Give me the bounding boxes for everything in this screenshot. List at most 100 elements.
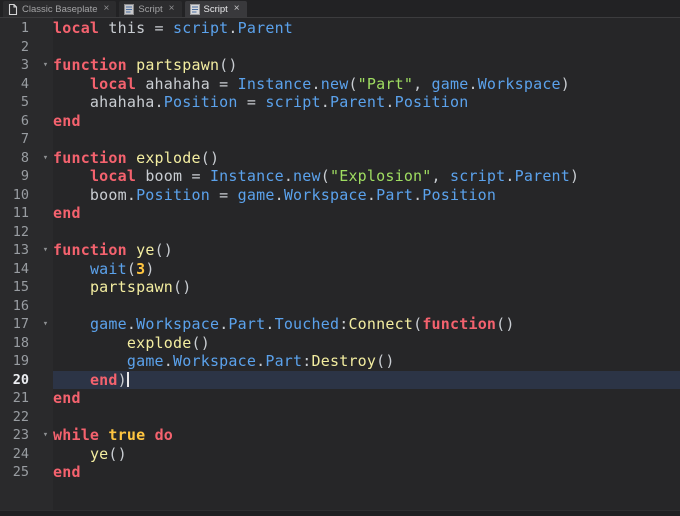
code-line[interactable]: 9 local boom = Instance.new("Explosion",…	[0, 167, 680, 186]
token: =	[237, 93, 266, 111]
line-number[interactable]: 9	[0, 167, 38, 186]
code-text[interactable]: local boom = Instance.new("Explosion", s…	[53, 167, 680, 186]
code-text[interactable]: ye()	[53, 445, 680, 464]
code-line[interactable]: 7	[0, 130, 680, 149]
close-icon[interactable]: ×	[169, 4, 175, 14]
code-text[interactable]: ahahaha.Position = script.Parent.Positio…	[53, 93, 680, 112]
script-editor-window: Classic Baseplate × Script × Script × 1 …	[0, 0, 680, 516]
code-line[interactable]: 15 partspawn()	[0, 278, 680, 297]
line-number[interactable]: 1	[0, 19, 38, 38]
code-line[interactable]: 13 ▾ function ye()	[0, 241, 680, 260]
token: end	[53, 204, 81, 222]
code-text[interactable]: function partspawn()	[53, 56, 680, 75]
code-line[interactable]: 16	[0, 297, 680, 316]
code-line[interactable]: 8 ▾ function explode()	[0, 149, 680, 168]
code-line[interactable]: 21 end	[0, 389, 680, 408]
code-text[interactable]: boom.Position = game.Workspace.Part.Posi…	[53, 186, 680, 205]
token: Part	[376, 185, 414, 204]
token: ()	[496, 315, 515, 333]
code-line[interactable]: 14 wait(3)	[0, 260, 680, 279]
code-editor[interactable]: 1 local this = script.Parent 2 3 ▾ function p…	[0, 18, 680, 510]
code-line[interactable]: 2	[0, 38, 680, 57]
line-number[interactable]: 4	[0, 75, 38, 94]
code-text[interactable]: end	[53, 389, 680, 408]
code-line[interactable]: 11 end	[0, 204, 680, 223]
code-text[interactable]: while true do	[53, 426, 680, 445]
fold-marker-icon[interactable]: ▾	[38, 315, 53, 334]
line-number[interactable]: 7	[0, 130, 38, 149]
code-line[interactable]: 25 end	[0, 463, 680, 482]
code-text[interactable]: local this = script.Parent	[53, 19, 680, 38]
tab-script-2-active[interactable]: Script ×	[184, 1, 247, 17]
code-text[interactable]: explode()	[53, 334, 680, 353]
horizontal-scrollbar[interactable]	[0, 510, 680, 516]
line-number[interactable]: 17	[0, 315, 38, 334]
line-number[interactable]: 11	[0, 204, 38, 223]
line-number[interactable]: 22	[0, 408, 38, 427]
line-number[interactable]: 13	[0, 241, 38, 260]
line-number[interactable]: 24	[0, 445, 38, 464]
code-line[interactable]: 6 end	[0, 112, 680, 131]
line-number[interactable]: 20	[0, 371, 38, 390]
line-number[interactable]: 21	[0, 389, 38, 408]
token: )	[145, 259, 155, 278]
code-text[interactable]: function ye()	[53, 241, 680, 260]
code-line[interactable]: 22	[0, 408, 680, 427]
line-number[interactable]: 6	[0, 112, 38, 131]
tab-classic-baseplate[interactable]: Classic Baseplate ×	[3, 1, 117, 17]
line-number[interactable]: 18	[0, 334, 38, 353]
line-number[interactable]: 3	[0, 56, 38, 75]
line-number[interactable]: 23	[0, 426, 38, 445]
token: Touched	[274, 315, 340, 333]
code-line[interactable]: 10 boom.Position = game.Workspace.Part.P…	[0, 186, 680, 205]
code-line[interactable]: 3 ▾ function partspawn()	[0, 56, 680, 75]
close-icon[interactable]: ×	[104, 4, 110, 14]
fold-marker-icon[interactable]: ▾	[38, 56, 53, 75]
line-number[interactable]: 14	[0, 260, 38, 279]
tab-script-1[interactable]: Script ×	[119, 1, 182, 17]
code-line[interactable]: 4 local ahahaha = Instance.new("Part", g…	[0, 75, 680, 94]
fold-marker-icon[interactable]: ▾	[38, 426, 53, 445]
code-text[interactable]: game.Workspace.Part.Touched:Connect(func…	[53, 315, 680, 334]
code-line[interactable]: 19 game.Workspace.Part:Destroy()	[0, 352, 680, 371]
code-line[interactable]: 12	[0, 223, 680, 242]
line-number[interactable]: 16	[0, 297, 38, 316]
token: Destroy	[311, 352, 377, 370]
code-line[interactable]: 20 end)	[0, 370, 680, 390]
code-area[interactable]: 1 local this = script.Parent 2 3 ▾ function p…	[0, 18, 680, 482]
code-text[interactable]: game.Workspace.Part:Destroy()	[53, 352, 680, 371]
code-line[interactable]: 5 ahahaha.Position = script.Parent.Posit…	[0, 93, 680, 112]
fold-marker-icon[interactable]: ▾	[38, 241, 53, 260]
code-line[interactable]: 18 explode()	[0, 334, 680, 353]
code-text[interactable]: local ahahaha = Instance.new("Part", gam…	[53, 75, 680, 94]
code-line[interactable]: 17 ▾ game.Workspace.Part.Touched:Connect(…	[0, 315, 680, 334]
line-number[interactable]: 19	[0, 352, 38, 371]
token: Position	[136, 185, 210, 204]
code-text[interactable]: end)	[53, 370, 680, 389]
line-number[interactable]: 2	[0, 38, 38, 57]
fold-marker-icon[interactable]: ▾	[38, 149, 53, 168]
code-line[interactable]: 23 ▾ while true do	[0, 426, 680, 445]
line-number[interactable]: 25	[0, 463, 38, 482]
code-text[interactable]: wait(3)	[53, 260, 680, 279]
code-line[interactable]: 24 ye()	[0, 445, 680, 464]
line-number[interactable]: 10	[0, 186, 38, 205]
code-text[interactable]: end	[53, 112, 680, 131]
code-text[interactable]: end	[53, 463, 680, 482]
close-icon[interactable]: ×	[234, 4, 240, 14]
code-text[interactable]: partspawn()	[53, 278, 680, 297]
code-line[interactable]: 1 local this = script.Parent	[0, 19, 680, 38]
line-number[interactable]: 8	[0, 149, 38, 168]
token: Workspace	[477, 74, 561, 93]
line-number[interactable]: 5	[0, 93, 38, 112]
token: ,	[431, 167, 450, 185]
line-number[interactable]: 15	[0, 278, 38, 297]
line-number[interactable]: 12	[0, 223, 38, 242]
code-text[interactable]: end	[53, 204, 680, 223]
token: script	[173, 19, 229, 37]
code-text[interactable]: function explode()	[53, 149, 680, 168]
